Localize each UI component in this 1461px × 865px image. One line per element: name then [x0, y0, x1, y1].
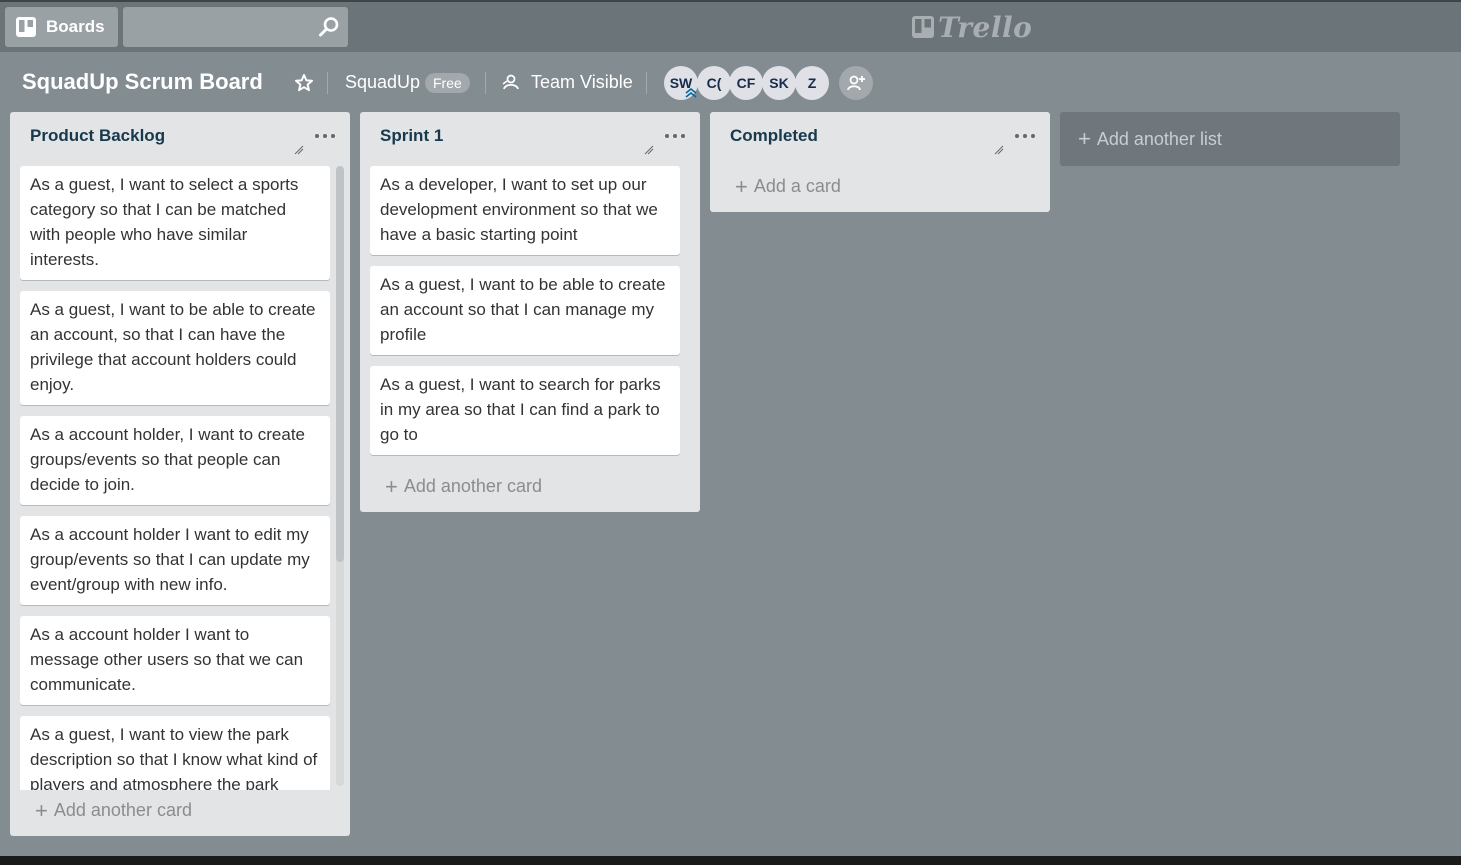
- list-title[interactable]: Sprint 1: [380, 126, 443, 146]
- invite-member-button[interactable]: [839, 66, 873, 100]
- list-menu-icon[interactable]: [664, 126, 686, 146]
- board-header: SquadUp Scrum Board SquadUp Free Team Vi…: [0, 52, 1461, 112]
- boards-icon: [16, 17, 36, 37]
- logo-text: Trello: [938, 10, 1033, 44]
- list-menu-icon[interactable]: [314, 126, 336, 146]
- header-divider: [485, 72, 486, 94]
- card[interactable]: As a guest, I want to be able to create …: [370, 266, 680, 355]
- card[interactable]: As a guest, I want to view the park desc…: [20, 716, 330, 790]
- trello-logo[interactable]: Trello: [912, 10, 1033, 44]
- team-name[interactable]: SquadUp: [345, 72, 420, 93]
- list-sprint-1: Sprint 1 As a developer, I want to set u…: [360, 112, 700, 512]
- team-visibility-label[interactable]: Team Visible: [531, 72, 633, 93]
- add-card-label: Add a card: [753, 176, 841, 196]
- header-divider: [327, 72, 328, 94]
- list-completed: Completed + Add a card: [710, 112, 1050, 212]
- card[interactable]: As a developer, I want to set up our dev…: [370, 166, 680, 255]
- card[interactable]: As a account holder I want to message ot…: [20, 616, 330, 705]
- member-avatar[interactable]: Z: [795, 66, 829, 100]
- add-card-button[interactable]: + Add another card: [35, 797, 192, 823]
- add-list-button[interactable]: + Add another list: [1060, 112, 1400, 166]
- search-icon[interactable]: [318, 16, 340, 38]
- add-card-button[interactable]: + Add a card: [735, 173, 841, 199]
- star-icon[interactable]: [294, 73, 314, 93]
- card[interactable]: As a guest, I want to be able to create …: [20, 291, 330, 405]
- boards-button[interactable]: Boards: [5, 7, 118, 47]
- trello-logo-icon: [912, 16, 934, 38]
- search-box[interactable]: [123, 7, 348, 47]
- list-menu-icon[interactable]: [1014, 126, 1036, 146]
- list-title[interactable]: Completed: [730, 126, 818, 146]
- list-product-backlog: Product Backlog As a guest, I want to se…: [10, 112, 350, 836]
- boards-label: Boards: [46, 17, 105, 36]
- card[interactable]: As a guest, I want to search for parks i…: [370, 366, 680, 455]
- plus-icon: +: [385, 473, 398, 499]
- add-member-icon: [847, 75, 865, 91]
- card[interactable]: As a account holder I want to edit my gr…: [20, 516, 330, 605]
- plus-icon: +: [735, 173, 748, 199]
- add-card-button[interactable]: + Add another card: [385, 473, 542, 499]
- top-bar: Boards Trello: [0, 0, 1461, 52]
- plan-badge: Free: [425, 73, 470, 93]
- search-input[interactable]: [123, 7, 313, 47]
- list-scrollbar-thumb[interactable]: [336, 166, 344, 562]
- window-bottom-edge: [0, 856, 1461, 865]
- title-resize-icon: [644, 145, 654, 155]
- add-card-label: Add another card: [53, 800, 192, 820]
- team-visibility-icon[interactable]: [502, 73, 520, 91]
- card[interactable]: As a account holder, I want to create gr…: [20, 416, 330, 505]
- member-avatar[interactable]: CF: [729, 66, 763, 100]
- add-list-label: Add another list: [1096, 128, 1222, 149]
- title-resize-icon: [994, 145, 1004, 155]
- plus-icon: +: [35, 797, 48, 823]
- member-avatar[interactable]: SK: [762, 66, 796, 100]
- title-resize-icon: [294, 145, 304, 155]
- add-card-label: Add another card: [403, 476, 542, 496]
- member-avatar[interactable]: C(: [697, 66, 731, 100]
- plus-icon: +: [1078, 126, 1091, 151]
- header-divider: [646, 72, 647, 94]
- board-title[interactable]: SquadUp Scrum Board: [22, 69, 263, 95]
- card[interactable]: As a guest, I want to select a sports ca…: [20, 166, 330, 280]
- list-title[interactable]: Product Backlog: [30, 126, 165, 146]
- card-list: As a guest, I want to select a sports ca…: [20, 166, 330, 790]
- admin-chevron-icon: [685, 88, 697, 98]
